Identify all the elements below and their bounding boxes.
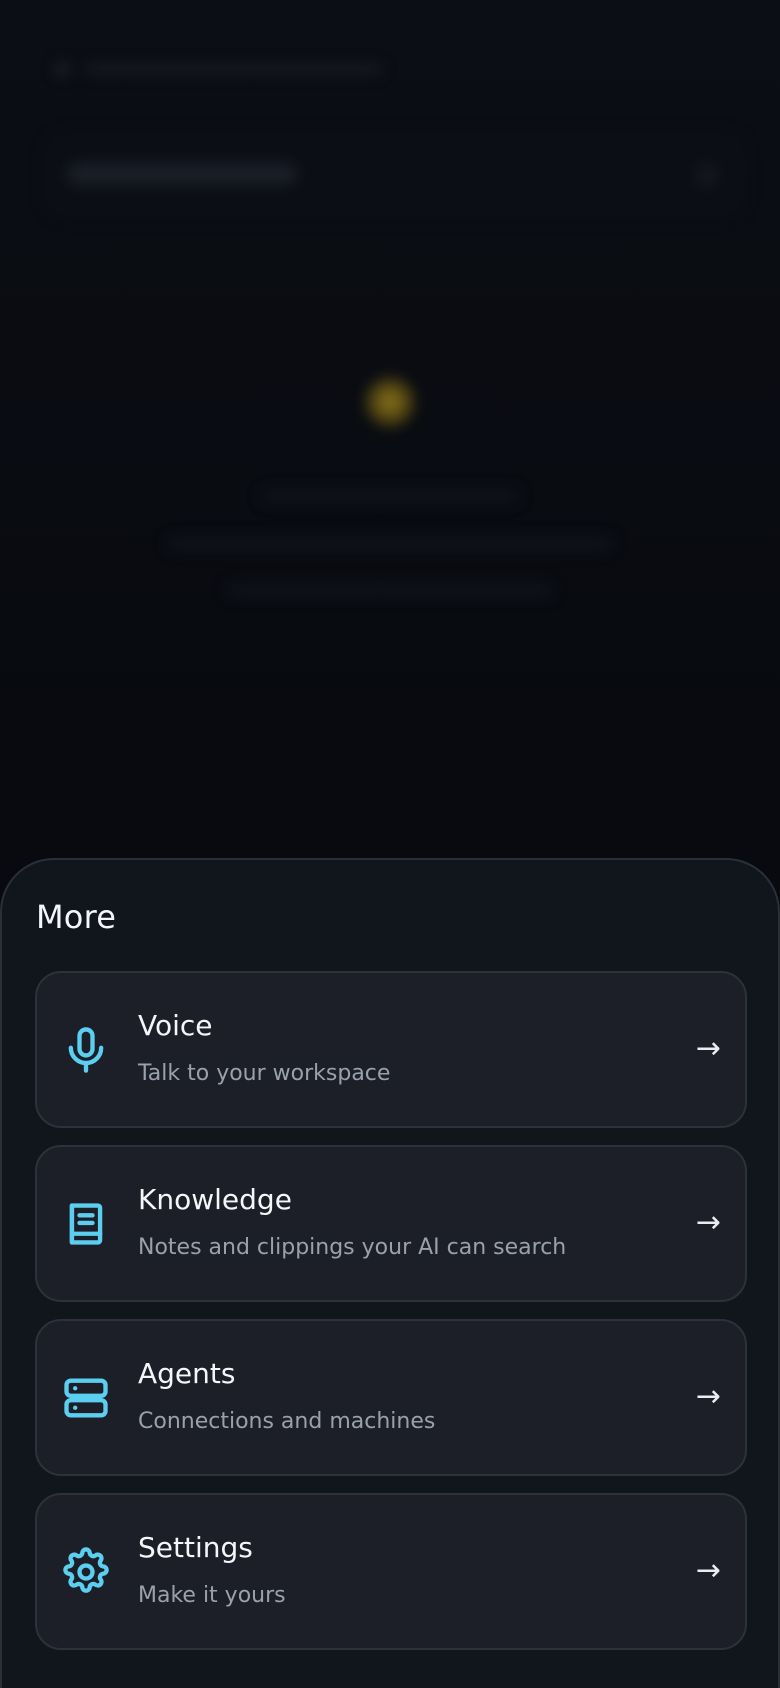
background-title-placeholder — [84, 63, 384, 75]
arrow-right-icon: → — [695, 1030, 721, 1066]
menu-item-label: Agents — [138, 1357, 236, 1390]
gear-icon — [59, 1545, 113, 1599]
menu-item-label: Knowledge — [138, 1183, 292, 1216]
menu-item-subtitle: Make it yours — [138, 1583, 286, 1608]
menu-item-label: Settings — [138, 1531, 253, 1564]
book-icon — [59, 1197, 113, 1251]
menu-item-subtitle: Connections and machines — [138, 1409, 436, 1434]
background-card-text — [67, 163, 297, 185]
menu-item-subtitle: Talk to your workspace — [138, 1061, 391, 1086]
server-icon — [59, 1371, 113, 1425]
arrow-right-icon: → — [695, 1378, 721, 1414]
menu-item-subtitle: Notes and clippings your AI can search — [138, 1235, 567, 1260]
microphone-icon — [59, 1023, 113, 1077]
menu-item-label: Voice — [138, 1009, 213, 1042]
background-card — [44, 132, 746, 218]
background-text-line — [260, 488, 520, 504]
arrow-right-icon: → — [695, 1552, 721, 1588]
more-bottom-sheet: More Voice Talk to your workspace → Know… — [0, 858, 780, 1688]
background-topbar — [54, 58, 384, 80]
background-avatar — [54, 61, 70, 77]
menu-item-voice[interactable]: Voice Talk to your workspace → — [35, 971, 747, 1128]
arrow-right-icon: → — [695, 1204, 721, 1240]
background-card-icon — [695, 163, 719, 187]
background-text-line — [226, 582, 554, 598]
background-text-line — [166, 536, 614, 552]
sheet-title: More — [36, 898, 117, 936]
background-glow — [362, 374, 418, 430]
menu-item-settings[interactable]: Settings Make it yours → — [35, 1493, 747, 1650]
menu-item-knowledge[interactable]: Knowledge Notes and clippings your AI ca… — [35, 1145, 747, 1302]
more-menu: Voice Talk to your workspace → Knowledge… — [35, 971, 747, 1650]
menu-item-agents[interactable]: Agents Connections and machines → — [35, 1319, 747, 1476]
